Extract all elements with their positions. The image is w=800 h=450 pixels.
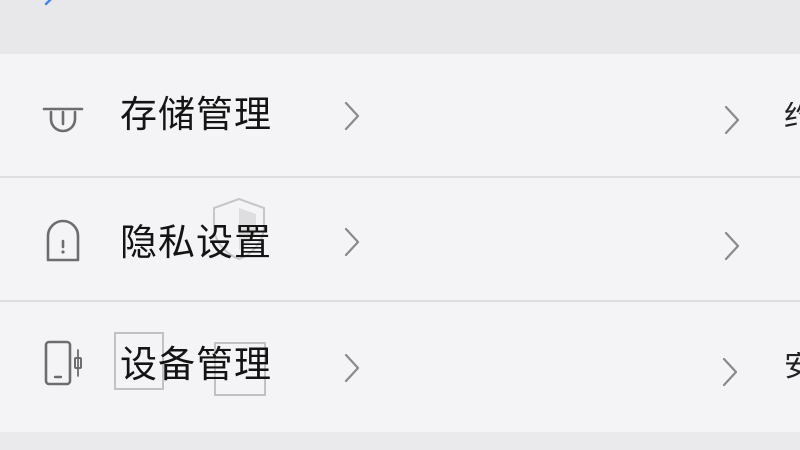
settings-screen: 存储管理 约 隐私设置 设备管理 安 [0,0,800,450]
phone-icon [44,340,82,386]
chevron-right-icon [344,101,360,131]
settings-item-storage[interactable]: 存储管理 约 [0,54,800,176]
clipped-label-fragment: 约 [784,102,800,132]
settings-item-label: 隐私设置 [120,221,272,264]
back-arrow-icon[interactable] [40,0,60,14]
chevron-right-icon [344,227,360,257]
lock-icon [46,219,80,262]
chevron-right-icon [722,357,738,387]
chevron-right-icon [724,231,740,261]
top-bar [0,0,800,54]
chevron-right-icon [724,105,740,135]
settings-item-label: 设备管理 [120,343,272,386]
bottom-area [0,432,800,450]
storage-icon [42,107,84,133]
settings-item-device[interactable]: 设备管理 安 [0,302,800,424]
chevron-right-icon [344,353,360,383]
settings-item-privacy[interactable]: 隐私设置 [0,178,800,300]
settings-list: 存储管理 约 隐私设置 设备管理 安 [0,54,800,434]
settings-item-label: 存储管理 [120,93,272,136]
clipped-label-fragment: 安 [784,352,800,382]
